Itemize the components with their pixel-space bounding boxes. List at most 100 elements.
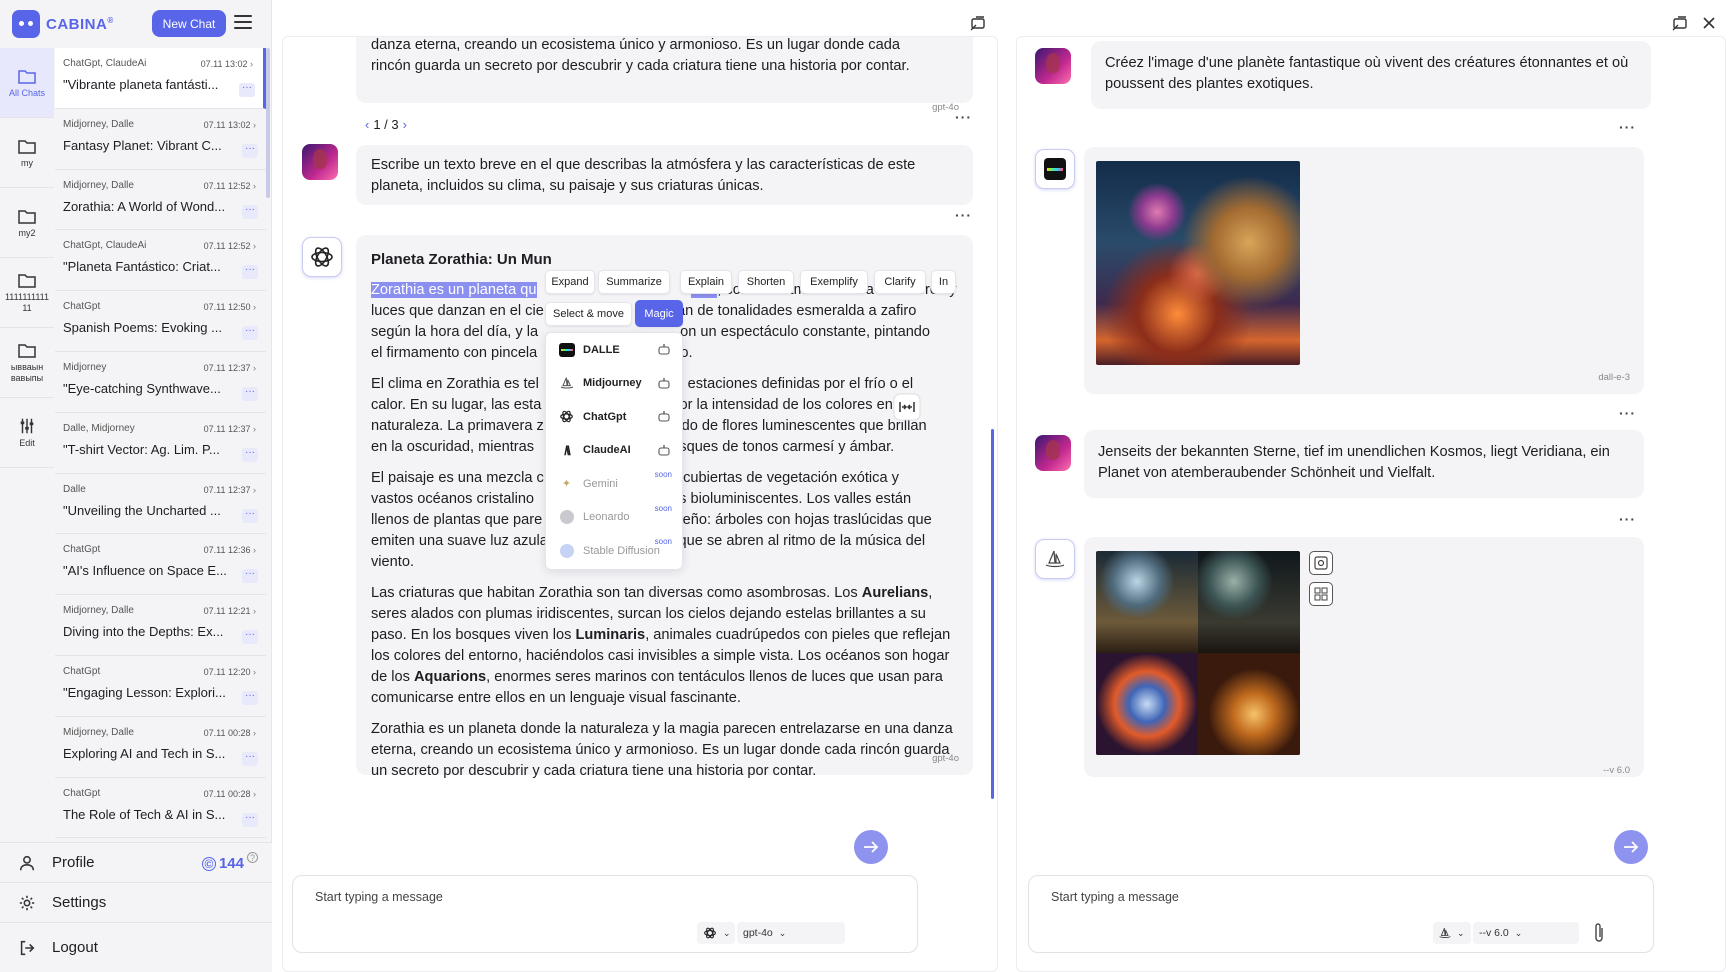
more-icon[interactable]: ··· bbox=[242, 751, 258, 766]
more-icon[interactable]: ··· bbox=[242, 812, 258, 827]
chat-list-item[interactable]: Midjorney, Dalle07.11 12:52Zorathia: A W… bbox=[55, 169, 266, 231]
message-input-left[interactable]: Start typing a message ⌄ gpt-4o ⌄ bbox=[292, 875, 918, 953]
folder-item[interactable]: my bbox=[0, 118, 54, 188]
chat-list-item[interactable]: ChatGpt, ClaudeAi07.11 12:52"Planeta Fan… bbox=[55, 230, 266, 292]
provider-select[interactable]: ⌄ bbox=[697, 922, 735, 944]
message-text: Créez l'image d'une planète fantastique … bbox=[1105, 55, 1629, 92]
profile-item[interactable]: Profile © 144? bbox=[0, 842, 272, 882]
chat-list-item[interactable]: Midjorney, Dalle07.11 12:21Diving into t… bbox=[55, 595, 266, 656]
chat-list-item[interactable]: Midjorney, Dalle07.11 00:28Exploring AI … bbox=[55, 716, 266, 778]
paperclip-icon[interactable] bbox=[1592, 922, 1606, 944]
chat-list-item[interactable]: ChatGpt07.11 12:50Spanish Poems: Evoking… bbox=[55, 291, 266, 352]
more-options-icon[interactable]: ··· bbox=[1619, 119, 1636, 135]
bot-icon bbox=[658, 344, 670, 355]
more-options-icon[interactable]: ··· bbox=[1619, 405, 1636, 421]
split-view-icon[interactable] bbox=[893, 393, 921, 421]
folder-item[interactable]: my2 bbox=[0, 188, 54, 258]
chat-list-item[interactable]: Dalle, Midjorney07.11 12:37"T-shirt Vect… bbox=[55, 412, 266, 474]
generated-image[interactable] bbox=[1096, 161, 1300, 365]
more-icon[interactable]: ··· bbox=[242, 447, 258, 462]
explain-button[interactable]: Explain bbox=[680, 270, 732, 294]
chat-title: Fantasy Planet: Vibrant C... bbox=[63, 137, 222, 153]
logo[interactable]: CABINA® bbox=[12, 10, 114, 38]
more-icon[interactable]: ··· bbox=[242, 569, 258, 584]
menu-item-claudeai[interactable]: /\\ ClaudeAI bbox=[546, 434, 682, 468]
more-icon[interactable]: ··· bbox=[242, 143, 258, 158]
more-icon[interactable]: ··· bbox=[242, 326, 258, 341]
version-select[interactable]: --v 6.0 ⌄ bbox=[1473, 922, 1579, 944]
midjourney-icon bbox=[558, 376, 575, 391]
chat-list-item[interactable]: ChatGpt07.11 12:36"AI's Influence on Spa… bbox=[55, 534, 266, 596]
more-icon[interactable]: ··· bbox=[242, 386, 258, 401]
upscale-button[interactable] bbox=[1309, 551, 1333, 575]
chat-list-item[interactable]: Midjorney, Dalle07.11 13:02Fantasy Plane… bbox=[55, 108, 266, 170]
chat-list-scrollbar[interactable] bbox=[266, 48, 270, 198]
chat-list-item[interactable]: ChatGpt, ClaudeAi07.11 13:02"Vibrante pl… bbox=[55, 48, 266, 109]
provider-select[interactable]: ⌄ bbox=[1433, 922, 1471, 944]
clarify-button[interactable]: Clarify bbox=[874, 270, 926, 294]
exemplify-button[interactable]: Exemplify bbox=[800, 270, 868, 294]
message-input-right[interactable]: Start typing a message ⌄ --v 6.0 ⌄ bbox=[1028, 875, 1654, 953]
chat-list-item[interactable]: Midjorney07.11 12:37"Eye-catching Synthw… bbox=[55, 351, 266, 413]
help-icon[interactable]: ? bbox=[247, 852, 258, 863]
text: allido de flores luminescentes que brill… bbox=[663, 418, 927, 434]
more-options-icon[interactable]: ··· bbox=[1619, 511, 1636, 527]
more-icon[interactable]: ··· bbox=[242, 508, 258, 523]
summarize-button[interactable]: Summarize bbox=[598, 270, 670, 294]
folder-item[interactable]: 1111111111 11 bbox=[0, 258, 54, 328]
logout-item[interactable]: Logout bbox=[0, 922, 272, 972]
more-actions-button[interactable]: In bbox=[931, 270, 956, 294]
menu-item-dalle[interactable]: DALLE bbox=[546, 333, 682, 367]
soon-badge: soon bbox=[654, 503, 672, 513]
chat-list-item[interactable]: ChatGpt07.11 12:20"Engaging Lesson: Expl… bbox=[55, 655, 266, 717]
new-chat-button[interactable]: New Chat bbox=[152, 10, 226, 37]
image-response: --v 6.0 bbox=[1084, 537, 1644, 777]
text: en la oscuridad, mientras bbox=[371, 439, 535, 455]
folder-item[interactable]: Edit bbox=[0, 398, 54, 468]
openai-icon bbox=[311, 247, 333, 267]
folder-item[interactable]: ывваын вавыпы bbox=[0, 328, 54, 398]
folder-label: Edit bbox=[19, 437, 35, 448]
settings-item[interactable]: Settings bbox=[0, 882, 272, 922]
chevron-right-icon[interactable]: › bbox=[403, 117, 407, 132]
user-message: Créez l'image d'une planète fantastique … bbox=[1091, 41, 1651, 109]
folder-icon bbox=[18, 344, 36, 358]
chat-list-item[interactable]: ChatGpt07.11 00:28The Role of Tech & AI … bbox=[55, 777, 266, 839]
magic-button[interactable]: Magic bbox=[635, 300, 683, 327]
expand-button[interactable]: Expand bbox=[545, 270, 595, 294]
more-options-icon[interactable]: ··· bbox=[955, 109, 972, 125]
generated-image-grid[interactable] bbox=[1096, 551, 1300, 755]
image-tile[interactable] bbox=[1096, 653, 1198, 755]
image-tile[interactable] bbox=[1198, 551, 1300, 653]
more-icon[interactable]: ··· bbox=[242, 265, 258, 280]
image-tile[interactable] bbox=[1198, 653, 1300, 755]
select-move-button[interactable]: Select & move bbox=[545, 302, 632, 326]
chat-list-item[interactable]: Dalle07.11 12:37"Unveiling the Uncharted… bbox=[55, 473, 266, 535]
text: naturaleza. La primavera z bbox=[371, 418, 544, 434]
chevron-left-icon[interactable]: ‹ bbox=[365, 117, 369, 132]
panel-scrollbar[interactable] bbox=[991, 429, 994, 799]
menu-icon[interactable] bbox=[234, 15, 252, 29]
bold-text: Aurelians bbox=[861, 585, 929, 601]
logout-label: Logout bbox=[52, 939, 98, 956]
expand-panel-icon[interactable] bbox=[1672, 16, 1689, 31]
more-icon[interactable]: ··· bbox=[242, 204, 258, 219]
menu-item-chatgpt[interactable]: ChatGpt bbox=[546, 400, 682, 434]
more-icon[interactable]: ··· bbox=[242, 630, 258, 645]
send-button[interactable] bbox=[1614, 830, 1648, 864]
shorten-button[interactable]: Shorten bbox=[738, 270, 794, 294]
chat-title: "Vibrante planeta fantásti... bbox=[63, 77, 219, 92]
model-select[interactable]: gpt-4o ⌄ bbox=[737, 922, 845, 944]
close-icon[interactable] bbox=[1702, 16, 1716, 30]
more-icon[interactable]: ··· bbox=[239, 83, 255, 97]
selected-version: --v 6.0 bbox=[1479, 927, 1509, 939]
menu-item-midjourney[interactable]: Midjourney bbox=[546, 367, 682, 401]
image-response: dall-e-3 bbox=[1084, 147, 1644, 394]
more-icon[interactable]: ··· bbox=[242, 690, 258, 705]
send-button[interactable] bbox=[854, 830, 888, 864]
variations-button[interactable] bbox=[1309, 582, 1333, 606]
folder-item[interactable]: All Chats bbox=[0, 48, 54, 118]
expand-panel-icon[interactable] bbox=[970, 16, 987, 31]
image-tile[interactable] bbox=[1096, 551, 1198, 653]
more-options-icon[interactable]: ··· bbox=[955, 207, 972, 223]
